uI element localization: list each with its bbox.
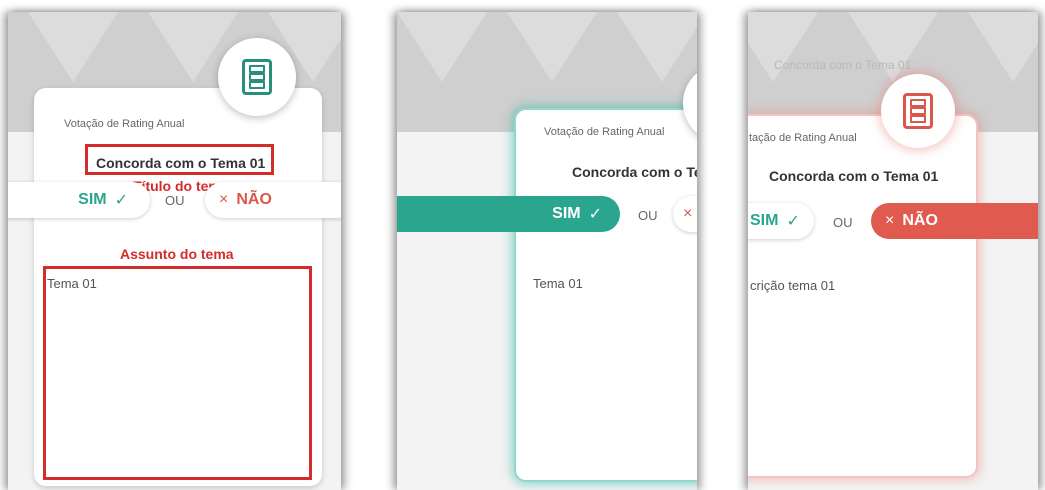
close-icon: × — [219, 191, 229, 208]
screen-no-selected: Concorda com o Tema 01 tação de Rating A… — [748, 12, 1038, 490]
subject-annotation: Assunto do tema — [120, 246, 234, 262]
check-icon: ✓ — [588, 206, 602, 223]
topic-title: Concorda com o Tema — [572, 164, 697, 180]
yes-button[interactable]: SIM ✓ — [748, 203, 814, 239]
yes-label: SIM — [552, 205, 581, 222]
close-icon: × — [683, 205, 693, 222]
yes-label: SIM — [750, 212, 779, 229]
subject-highlight-box — [43, 266, 312, 480]
check-icon: ✓ — [786, 213, 800, 230]
document-list-icon-badge — [881, 74, 955, 148]
check-icon: ✓ — [114, 192, 128, 209]
yes-label: SIM — [78, 191, 107, 208]
document-list-icon-badge — [218, 38, 296, 116]
close-icon: × — [885, 212, 895, 229]
yes-button[interactable]: SIM ✓ — [8, 182, 150, 218]
title-highlight-box — [85, 144, 274, 175]
card-subtitle: Votação de Rating Anual — [544, 126, 665, 138]
document-list-icon — [903, 93, 933, 129]
vote-card: Votação de Rating Anual Concorda com o T… — [34, 88, 322, 486]
no-label: NÃO — [902, 212, 938, 229]
topic-title: Concorda com o Tema 01 — [769, 168, 939, 184]
vote-card: Votação de Rating Anual Concorda com o T… — [514, 108, 697, 482]
screen-annotated: Votação de Rating Anual Concorda com o T… — [8, 12, 341, 490]
or-label: OU — [638, 208, 658, 223]
no-button[interactable]: × NÃO — [205, 182, 341, 218]
no-label: NÃO — [236, 191, 272, 208]
vote-card: tação de Rating Anual Concorda com o Tem… — [748, 114, 978, 478]
screen-yes-selected: Votação de Rating Anual Concorda com o T… — [397, 12, 697, 490]
previous-title-ghost: Concorda com o Tema 01 — [774, 58, 912, 72]
yes-button[interactable]: SIM ✓ — [397, 196, 620, 232]
topic-description: crição tema 01 — [750, 278, 836, 293]
no-button[interactable]: × NÃO — [871, 203, 1038, 239]
topic-description: Tema 01 — [533, 276, 583, 291]
or-label: OU — [833, 215, 853, 230]
or-label: OU — [165, 193, 185, 208]
card-subtitle: tação de Rating Anual — [749, 132, 857, 144]
document-list-icon — [242, 59, 272, 95]
card-subtitle: Votação de Rating Anual — [64, 118, 185, 130]
